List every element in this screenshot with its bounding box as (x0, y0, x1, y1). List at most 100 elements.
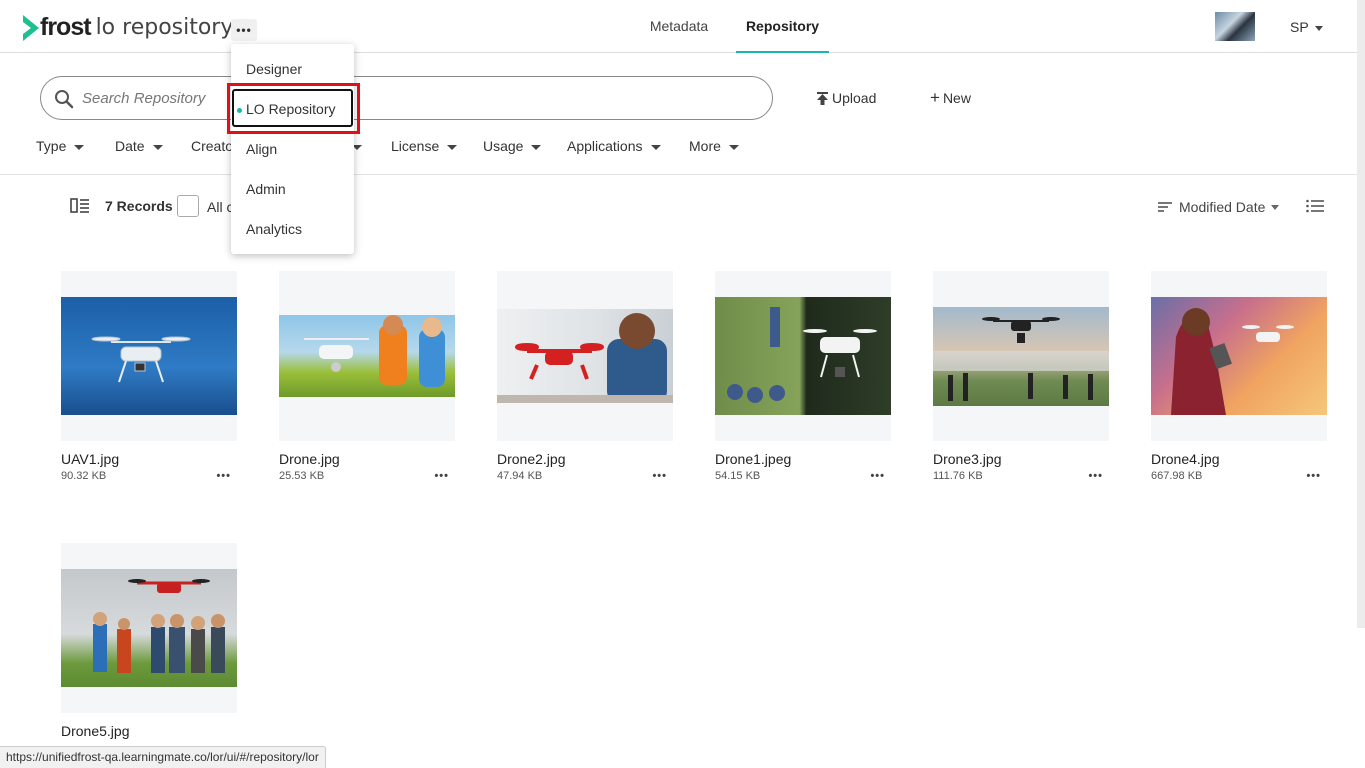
file-card[interactable]: Drone.jpg 25.53 KB ••• (279, 271, 455, 482)
divider (0, 174, 1357, 175)
file-card[interactable]: Drone3.jpg 111.76 KB ••• (933, 271, 1109, 482)
drone-image (1151, 297, 1327, 415)
file-name[interactable]: Drone3.jpg (933, 451, 1109, 467)
sort-label: Modified Date (1179, 199, 1266, 215)
app-logo[interactable]: frost lo repository (23, 13, 233, 42)
file-thumbnail[interactable] (715, 271, 891, 441)
caret-down-icon (447, 144, 458, 150)
app-switcher-button[interactable]: ••• (231, 19, 257, 41)
file-size: 54.15 KB (715, 470, 761, 482)
upload-icon (817, 91, 828, 105)
status-url: https://unifiedfrost-qa.learningmate.co/… (0, 746, 326, 768)
filter-label: Applications (567, 138, 643, 154)
file-name[interactable]: Drone5.jpg (61, 723, 237, 739)
plus-icon: + (930, 88, 940, 107)
panel-toggle-icon[interactable] (70, 198, 90, 214)
file-more-icon[interactable]: ••• (652, 470, 667, 482)
new-button[interactable]: + New (930, 88, 971, 107)
upload-label: Upload (832, 90, 877, 106)
drone-image (715, 297, 891, 415)
list-view-icon[interactable] (1306, 199, 1324, 215)
search-icon (55, 90, 74, 109)
file-name[interactable]: Drone1.jpeg (715, 451, 891, 467)
file-thumbnail[interactable] (61, 271, 237, 441)
file-card[interactable]: Drone2.jpg 47.94 KB ••• (497, 271, 673, 482)
sort-dropdown[interactable]: Modified Date (1158, 199, 1280, 215)
drone-image (279, 315, 455, 397)
product-name: lo repository (95, 15, 234, 40)
user-initials: SP (1290, 19, 1309, 35)
filter-usage[interactable]: Usage (483, 138, 542, 154)
app-switcher-menu: Designer LO Repository Align Admin Analy… (227, 44, 360, 254)
file-card[interactable]: UAV1.jpg 90.32 KB ••• (61, 271, 237, 482)
upload-button[interactable]: Upload (816, 90, 876, 106)
file-name[interactable]: Drone2.jpg (497, 451, 673, 467)
filter-date[interactable]: Date (115, 138, 163, 154)
menu-item-admin[interactable]: Admin (246, 181, 286, 197)
select-all-label: All c (207, 199, 231, 215)
menu-item-analytics[interactable]: Analytics (246, 221, 302, 237)
file-name[interactable]: UAV1.jpg (61, 451, 237, 467)
caret-down-icon (728, 144, 739, 150)
file-size: 90.32 KB (61, 470, 107, 482)
chevron-down-icon (1314, 25, 1323, 31)
drone-image (497, 309, 673, 403)
file-card[interactable]: Drone4.jpg 667.98 KB ••• (1151, 271, 1327, 482)
tab-metadata[interactable]: Metadata (640, 0, 718, 53)
select-all-checkbox[interactable] (177, 195, 199, 217)
file-size: 667.98 KB (1151, 470, 1203, 482)
file-more-icon[interactable]: ••• (1088, 470, 1103, 482)
menu-item-align[interactable]: Align (246, 141, 277, 157)
drone-image (61, 297, 237, 415)
search-box (40, 76, 773, 120)
file-name[interactable]: Drone.jpg (279, 451, 455, 467)
file-more-icon[interactable]: ••• (870, 470, 885, 482)
file-more-icon[interactable]: ••• (434, 470, 449, 482)
file-size: 111.76 KB (933, 470, 983, 482)
filter-label: Date (115, 138, 145, 154)
file-size: 25.53 KB (279, 470, 325, 482)
filter-label: Creato (191, 138, 234, 154)
scrollbar[interactable] (1357, 0, 1365, 628)
top-bar: frost lo repository ••• Metadata Reposit… (0, 0, 1357, 53)
drone-image (61, 569, 237, 687)
filter-label: Usage (483, 138, 524, 154)
file-name[interactable]: Drone4.jpg (1151, 451, 1327, 467)
caret-down-icon (152, 144, 163, 150)
filter-license[interactable]: License (391, 138, 458, 154)
caret-down-icon (650, 144, 661, 150)
file-more-icon[interactable]: ••• (1306, 470, 1321, 482)
active-dot-icon (237, 108, 242, 113)
file-thumbnail[interactable] (1151, 271, 1327, 441)
caret-down-icon (1271, 204, 1280, 210)
records-count: 7 Records (105, 198, 173, 214)
file-thumbnail[interactable] (279, 271, 455, 441)
filter-creator[interactable]: Creato (191, 138, 233, 154)
menu-item-designer[interactable]: Designer (246, 61, 302, 77)
caret-down-icon (74, 144, 85, 150)
drone-image (933, 307, 1109, 406)
file-thumbnail[interactable] (933, 271, 1109, 441)
menu-item-lo-repository[interactable]: LO Repository (246, 101, 335, 117)
file-thumbnail[interactable] (61, 543, 237, 713)
tab-repository[interactable]: Repository (736, 0, 829, 53)
file-thumbnail[interactable] (497, 271, 673, 441)
filter-label: Type (36, 138, 67, 154)
user-menu[interactable]: SP (1290, 19, 1323, 35)
file-size: 47.94 KB (497, 470, 543, 482)
filter-more[interactable]: More (689, 138, 739, 154)
avatar[interactable] (1215, 12, 1255, 41)
filter-bar: Type Date Creato License Usage Applicati… (0, 138, 1357, 158)
file-card[interactable]: Drone5.jpg (61, 543, 237, 742)
file-card[interactable]: Drone1.jpeg 54.15 KB ••• (715, 271, 891, 482)
new-label: New (942, 90, 971, 106)
caret-down-icon (531, 144, 542, 150)
logo-chevron-icon (23, 14, 39, 41)
filter-applications[interactable]: Applications (567, 138, 661, 154)
filter-type[interactable]: Type (36, 138, 85, 154)
filter-label: More (689, 138, 721, 154)
filter-label: License (391, 138, 440, 154)
brand-name: frost (40, 13, 92, 41)
file-more-icon[interactable]: ••• (216, 470, 231, 482)
sort-icon (1158, 202, 1172, 212)
